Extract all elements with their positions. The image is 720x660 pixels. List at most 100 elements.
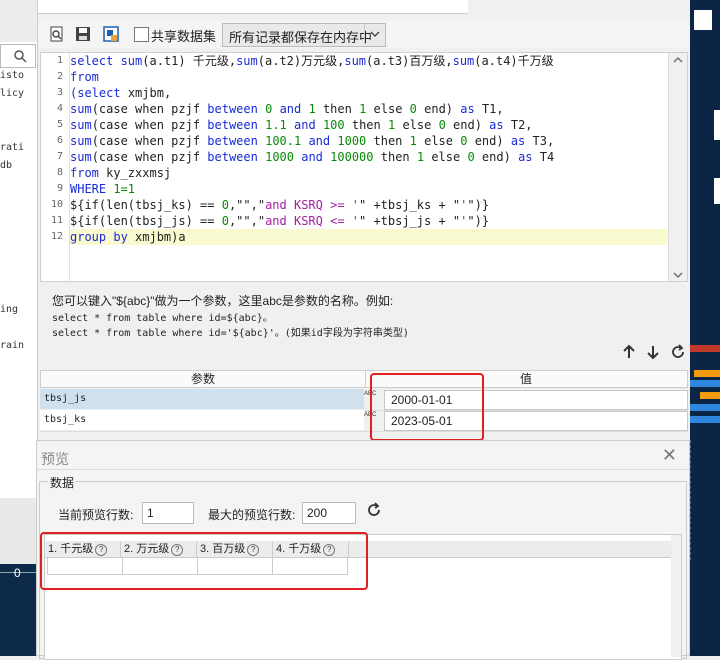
- sql-number: 0: [438, 118, 446, 132]
- sql-text: (a.t2)万元级,: [257, 54, 345, 68]
- param-name: tbsj_ks: [44, 414, 87, 425]
- left-tree-item[interactable]: rain: [0, 340, 24, 351]
- grid-scrollbar[interactable]: [671, 535, 681, 657]
- code-line[interactable]: ${if(len(tbsj_js) == 0,"","and KSRQ <= '…: [70, 213, 489, 229]
- sql-text: ${if(len(tbsj_ks) ==: [70, 198, 222, 212]
- line-number-gutter: 1 2 3 4 5 6 7 8 9 10 11 12: [41, 53, 70, 281]
- sql-keyword: as: [489, 118, 504, 132]
- code-line[interactable]: sum(case when pzjf between 0 and 1 then …: [70, 101, 504, 117]
- data-group-label: 数据: [48, 474, 77, 491]
- left-tree-item[interactable]: isto: [0, 70, 24, 81]
- sql-keyword: and: [308, 134, 331, 148]
- line-number: 5: [56, 119, 63, 130]
- sql-text: ,"",": [228, 214, 266, 228]
- code-line[interactable]: WHERE 1=1: [70, 181, 135, 197]
- sql-text: ky_zxxmsj: [98, 166, 172, 180]
- dialog-title: 预览: [41, 451, 69, 467]
- refresh-params-icon[interactable]: [670, 344, 686, 360]
- sql-keyword: select: [70, 54, 121, 68]
- sql-text: (case when pzjf: [91, 118, 208, 132]
- preview-icon[interactable]: [48, 25, 66, 43]
- sql-keyword: between: [207, 118, 258, 132]
- sql-text: end): [445, 118, 490, 132]
- sql-text: then: [373, 150, 417, 164]
- left-top-panel: [0, 0, 38, 42]
- left-tree-item[interactable]: rati: [0, 142, 24, 153]
- sql-text: (a.t4)千万级: [474, 54, 554, 68]
- code-line[interactable]: sum(case when pzjf between 1.1 and 100 t…: [70, 117, 533, 133]
- code-line[interactable]: select sum(a.t1) 千元级,sum(a.t2)万元级,sum(a.…: [70, 53, 554, 69]
- code-line[interactable]: sum(case when pzjf between 100.1 and 100…: [70, 133, 554, 149]
- memory-mode-select[interactable]: 所有记录都保存在内存中: [222, 23, 386, 47]
- sql-keyword: sum: [70, 102, 92, 116]
- sql-text: T2,: [503, 118, 533, 132]
- share-dataset-label: 共享数据集: [151, 29, 217, 44]
- code-line[interactable]: from: [70, 69, 99, 85]
- left-search-input[interactable]: [0, 44, 36, 68]
- param-controls: [618, 344, 688, 364]
- share-dataset-checkbox[interactable]: [134, 27, 149, 42]
- sql-keyword: group by: [70, 230, 128, 244]
- line-number: 11: [50, 215, 63, 226]
- editor-scrollbar[interactable]: [668, 53, 687, 281]
- sql-text: ${if(len(tbsj_js) ==: [70, 214, 222, 228]
- memory-mode-value: 所有记录都保存在内存中: [229, 30, 373, 45]
- line-number: 3: [56, 87, 63, 98]
- sql-keyword: sum: [70, 150, 92, 164]
- code-line[interactable]: group by xmjbm)a: [70, 229, 186, 245]
- sql-text: " +tbsj_js + ": [359, 214, 461, 228]
- param-help-example: select * from table where id=${abc}。: [52, 313, 273, 324]
- dataset-icon[interactable]: [102, 25, 120, 43]
- max-rows-value: 200: [307, 506, 328, 520]
- sql-text: (a.t1) 千元级,: [142, 54, 237, 68]
- param-row[interactable]: tbsj_js ABC 2000-01-01: [40, 389, 688, 411]
- move-down-icon[interactable]: [646, 344, 660, 360]
- sql-keyword: and: [294, 118, 316, 132]
- param-help-text: 您可以键入"${abc}"做为一个参数，这里abc是参数的名称。例如:: [52, 294, 394, 308]
- code-line[interactable]: from ky_zxxmsj: [70, 165, 171, 181]
- param-row[interactable]: tbsj_ks ABC 2023-05-01: [40, 410, 688, 432]
- sql-text: (case when pzjf: [91, 150, 208, 164]
- sql-keyword: between: [207, 102, 258, 116]
- line-number: 7: [56, 151, 63, 162]
- save-icon[interactable]: [74, 25, 92, 43]
- sql-keyword: sum: [70, 118, 92, 132]
- sql-text: end): [467, 134, 511, 148]
- sql-text: T4: [532, 150, 555, 164]
- left-tree-item[interactable]: ing: [0, 304, 18, 315]
- sql-keyword: as: [518, 150, 533, 164]
- sql-keyword: from: [70, 70, 99, 84]
- sql-keyword: and: [279, 102, 302, 116]
- sql-keyword: between: [207, 134, 258, 148]
- refresh-icon[interactable]: [366, 502, 382, 518]
- search-icon[interactable]: [13, 49, 27, 63]
- sql-string: and KSRQ >= ': [265, 198, 359, 212]
- code-line[interactable]: ${if(len(tbsj_ks) == 0,"","and KSRQ >= '…: [70, 197, 489, 213]
- left-tree-item[interactable]: licy: [0, 88, 24, 99]
- sql-editor[interactable]: 1 2 3 4 5 6 7 8 9 10 11 12 select sum(a.t1) 千元级,sum…: [40, 52, 688, 282]
- line-number: 6: [56, 135, 63, 146]
- sql-keyword: select: [77, 86, 121, 100]
- sql-keyword: sum: [344, 54, 367, 68]
- code-line[interactable]: (select xmjbm,: [70, 85, 171, 101]
- max-rows-input[interactable]: 200: [302, 502, 356, 524]
- sql-keyword: sum: [70, 134, 92, 148]
- sql-number: 1000: [265, 150, 294, 164]
- param-name-header: 参数: [41, 371, 366, 387]
- chevron-down-icon[interactable]: [364, 24, 385, 44]
- close-icon[interactable]: ✕: [662, 445, 677, 466]
- sql-number: 1.1: [265, 118, 287, 132]
- line-number: 8: [56, 167, 63, 178]
- line-number: 4: [56, 103, 63, 114]
- code-line[interactable]: sum(case when pzjf between 1000 and 1000…: [70, 149, 554, 165]
- move-up-icon[interactable]: [622, 344, 636, 360]
- sql-text: T3,: [525, 134, 555, 148]
- current-rows-input[interactable]: 1: [142, 502, 194, 524]
- line-number: 10: [50, 199, 63, 210]
- left-tree-item[interactable]: db: [0, 160, 12, 171]
